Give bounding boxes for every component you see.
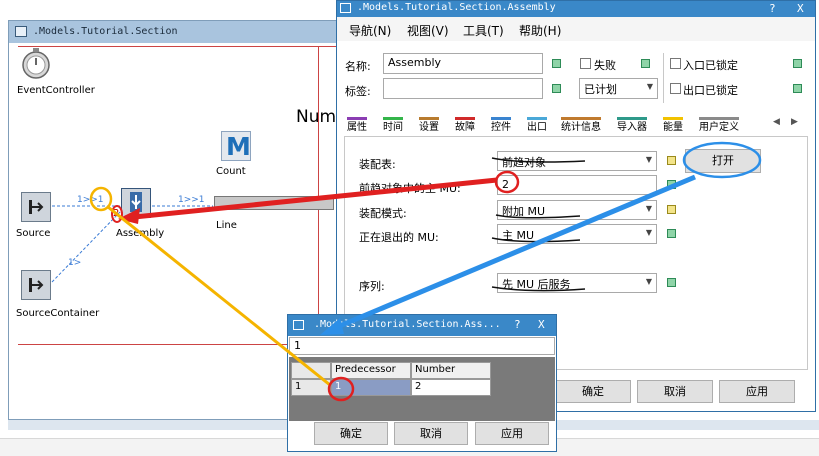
menu-tools[interactable]: 工具(T): [463, 22, 504, 39]
table-apply-button[interactable]: 应用: [475, 422, 549, 445]
chevron-down-icon: ▼: [645, 204, 652, 213]
sequence-value: 先 MU 后服务: [502, 278, 571, 291]
menu-navigate[interactable]: 导航(N): [349, 22, 391, 39]
dialog-titlebar[interactable]: .Models.Tutorial.Section.Assembly ? X: [337, 1, 815, 17]
failed-inherit-indicator[interactable]: [641, 59, 650, 68]
table-row-index[interactable]: 1: [291, 379, 331, 396]
name-inherit-indicator[interactable]: [552, 59, 561, 68]
table-ok-button[interactable]: 确定: [314, 422, 388, 445]
dialog-ok-button[interactable]: 确定: [555, 380, 631, 403]
dialog-title: .Models.Tutorial.Section.Assembly: [357, 2, 556, 13]
entrance-inherit-indicator[interactable]: [793, 59, 802, 68]
tab-statistics-label: 统计信息: [561, 122, 601, 133]
tab-energy-label: 能量: [663, 122, 683, 133]
planned-select[interactable]: 已计划 ▼: [579, 78, 658, 99]
main-mu-indicator[interactable]: [667, 180, 676, 189]
table-header-number[interactable]: Number: [411, 362, 491, 379]
dialog-window-icon: [340, 3, 351, 13]
tab-importer[interactable]: 导入器: [617, 117, 647, 135]
tab-user-defined[interactable]: 用户定义: [699, 117, 739, 135]
tag-field[interactable]: [383, 78, 543, 99]
assembly-table-indicator[interactable]: [667, 156, 676, 165]
tab-importer-label: 导入器: [617, 122, 647, 133]
tab-settings-label: 设置: [419, 122, 439, 133]
tab-energy[interactable]: 能量: [663, 117, 683, 135]
name-field[interactable]: Assembly: [383, 53, 543, 74]
assembly-mode-select[interactable]: 附加 MU ▼: [497, 200, 657, 220]
tab-time-label: 时间: [383, 122, 403, 133]
tab-time[interactable]: 时间: [383, 117, 403, 135]
table-cell-number[interactable]: 2: [411, 379, 491, 396]
dialog-apply-button[interactable]: 应用: [719, 380, 795, 403]
assembly-table-label: 装配表:: [359, 158, 396, 171]
sequence-indicator[interactable]: [667, 278, 676, 287]
connector-label-b: 1>>1: [178, 195, 205, 205]
tag-inherit-indicator[interactable]: [552, 84, 561, 93]
assembly-marker: 2: [113, 208, 120, 219]
exit-locked-label: 出口已锁定: [683, 84, 738, 97]
table-cell-input[interactable]: 1: [289, 337, 555, 355]
connector-label-c: 1>: [68, 258, 82, 268]
chevron-down-icon: ▼: [646, 82, 653, 91]
menu-view[interactable]: 视图(V): [407, 22, 449, 39]
sequence-select[interactable]: 先 MU 后服务 ▼: [497, 273, 657, 293]
table-window: .Models.Tutorial.Section.Ass... ? X 1 Pr…: [287, 314, 557, 452]
table-corner: [291, 362, 331, 379]
exit-inherit-indicator[interactable]: [793, 84, 802, 93]
dialog-cancel-button[interactable]: 取消: [637, 380, 713, 403]
failed-label: 失败: [594, 59, 616, 72]
main-mu-field[interactable]: 2: [497, 175, 657, 195]
failed-checkbox[interactable]: [580, 58, 591, 69]
exiting-mu-value: 主 MU: [502, 229, 535, 242]
planned-value: 已计划: [584, 83, 617, 96]
exiting-mu-label: 正在退出的 MU:: [359, 231, 439, 244]
tab-attributes-label: 属性: [347, 122, 367, 133]
chevron-down-icon: ▼: [645, 277, 652, 286]
tab-exit[interactable]: 出口: [527, 117, 547, 135]
assembly-mode-indicator[interactable]: [667, 205, 676, 214]
tab-user-defined-label: 用户定义: [699, 122, 739, 133]
tab-scroll-right-icon[interactable]: ▶: [791, 117, 798, 127]
table-cell-predecessor[interactable]: 1: [331, 379, 411, 396]
tab-settings[interactable]: 设置: [419, 117, 439, 135]
sequence-label: 序列:: [359, 280, 385, 293]
name-label: 名称:: [345, 60, 371, 73]
divider-vertical: [663, 53, 664, 103]
menu-help[interactable]: 帮助(H): [519, 22, 561, 39]
connector-label-a: 1>>1: [77, 195, 104, 205]
table-window-title: .Models.Tutorial.Section.Ass...: [314, 319, 501, 330]
dialog-close-button[interactable]: X: [797, 2, 804, 15]
tab-scroll-left-icon[interactable]: ◀: [773, 117, 780, 127]
table-window-titlebar[interactable]: .Models.Tutorial.Section.Ass... ? X: [288, 315, 556, 336]
tab-attributes[interactable]: 属性: [347, 117, 367, 135]
table-close-button[interactable]: X: [538, 318, 545, 331]
exit-locked-checkbox[interactable]: [670, 83, 681, 94]
table-header-predecessor[interactable]: Predecessor: [331, 362, 411, 379]
table-icon: [293, 320, 304, 330]
exiting-mu-indicator[interactable]: [667, 229, 676, 238]
entrance-locked-checkbox[interactable]: [670, 58, 681, 69]
tab-failures[interactable]: 故障: [455, 117, 475, 135]
assembly-table-select[interactable]: 前趋对象 ▼: [497, 151, 657, 171]
table-help-button[interactable]: ?: [514, 318, 521, 331]
open-button[interactable]: 打开: [685, 149, 761, 173]
table-cancel-button[interactable]: 取消: [394, 422, 468, 445]
assembly-mode-value: 附加 MU: [502, 205, 546, 218]
chevron-down-icon: ▼: [645, 228, 652, 237]
tab-statistics[interactable]: 统计信息: [561, 117, 601, 135]
tab-exit-label: 出口: [527, 122, 547, 133]
tab-failures-label: 故障: [455, 122, 475, 133]
chevron-down-icon: ▼: [645, 155, 652, 164]
tab-controls[interactable]: 控件: [491, 117, 511, 135]
dialog-menubar: 导航(N) 视图(V) 工具(T) 帮助(H): [337, 17, 815, 41]
main-mu-label: 前趋对象中的主 MU:: [359, 182, 461, 195]
assembly-mode-label: 装配模式:: [359, 207, 407, 220]
tab-controls-label: 控件: [491, 122, 511, 133]
assembly-table-value: 前趋对象: [502, 156, 546, 169]
dialog-help-button[interactable]: ?: [769, 2, 776, 15]
tag-label: 标签:: [345, 85, 371, 98]
exiting-mu-select[interactable]: 主 MU ▼: [497, 224, 657, 244]
entrance-locked-label: 入口已锁定: [683, 59, 738, 72]
